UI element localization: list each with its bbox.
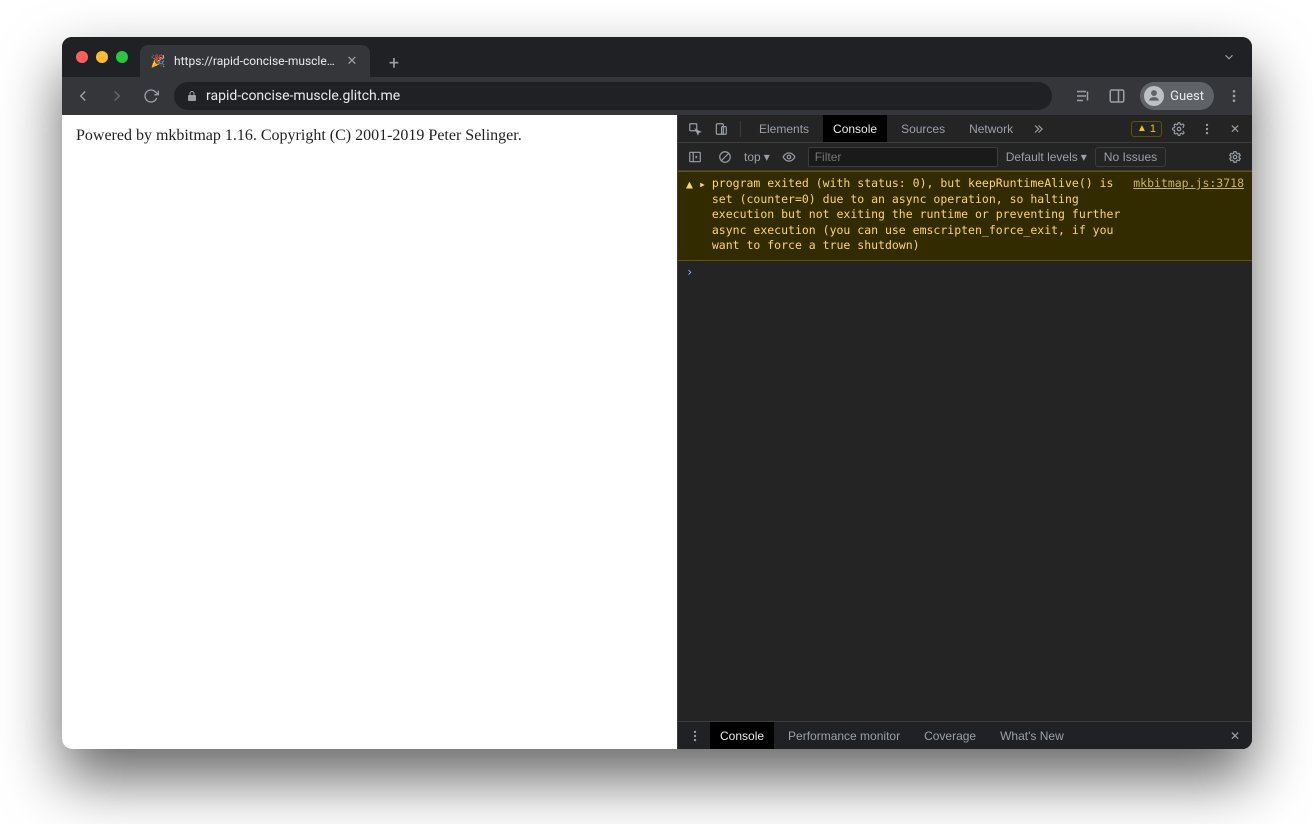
close-tab-button[interactable]: ✕ [344,53,360,69]
devtools-menu-icon[interactable] [1196,118,1218,140]
forward-button[interactable] [106,85,128,107]
devtools-drawer: Console Performance monitor Coverage Wha… [678,721,1252,749]
device-toolbar-icon[interactable] [710,118,732,140]
navigation-toolbar: rapid-concise-muscle.glitch.me Guest [62,77,1252,115]
console-settings-icon[interactable] [1224,146,1246,168]
warning-message-text: program exited (with status: 0), but kee… [712,176,1127,254]
devtools-tabbar: Elements Console Sources Network ▲ 1 [678,115,1252,143]
console-prompt[interactable] [678,261,1252,283]
tab-sources[interactable]: Sources [891,115,955,142]
issues-button[interactable]: No Issues [1095,147,1166,167]
profile-button[interactable]: Guest [1140,82,1214,110]
tab-console[interactable]: Console [823,115,887,142]
warning-triangle-icon: ▲ [686,177,693,254]
drawer-menu-icon[interactable] [684,725,706,747]
source-link[interactable]: mkbitmap.js:3718 [1133,176,1244,254]
titlebar: 🎉 https://rapid-concise-muscle.g ✕ + [62,37,1252,77]
drawer-tab-coverage[interactable]: Coverage [914,722,986,749]
live-expression-icon[interactable] [778,146,800,168]
levels-label: Default levels [1006,150,1078,164]
tab-search-button[interactable] [1222,50,1236,64]
new-tab-button[interactable]: + [380,49,408,77]
dropdown-arrow-icon: ▾ [764,150,770,164]
back-button[interactable] [72,85,94,107]
url-text: rapid-concise-muscle.glitch.me [206,88,400,104]
context-label: top [744,150,761,164]
dropdown-arrow-icon: ▾ [1081,150,1087,164]
page-body-text: Powered by mkbitmap 1.16. Copyright (C) … [76,127,663,145]
party-popper-icon: 🎉 [150,53,166,69]
close-window-button[interactable] [76,51,88,63]
log-levels-selector[interactable]: Default levels ▾ [1006,150,1087,164]
console-output: ▲ ▸ program exited (with status: 0), but… [678,171,1252,721]
console-filter-input[interactable] [808,147,998,167]
drawer-tab-perfmon[interactable]: Performance monitor [778,722,910,749]
avatar-icon [1144,86,1164,106]
window-controls [76,51,128,63]
browser-window: 🎉 https://rapid-concise-muscle.g ✕ + rap… [62,37,1252,749]
drawer-tab-console[interactable]: Console [710,722,774,749]
console-warning-entry[interactable]: ▲ ▸ program exited (with status: 0), but… [678,171,1252,261]
console-toolbar: top ▾ Default levels ▾ No Issues [678,143,1252,171]
warning-triangle-icon: ▲ [1137,123,1147,134]
tab-title: https://rapid-concise-muscle.g [174,54,336,68]
minimize-window-button[interactable] [96,51,108,63]
warning-count: 1 [1150,123,1156,135]
media-controls-icon[interactable] [1072,85,1094,107]
close-devtools-button[interactable]: ✕ [1224,118,1246,140]
inspect-element-icon[interactable] [684,118,706,140]
tab-network[interactable]: Network [959,115,1023,142]
toolbar-right: Guest [1072,82,1242,110]
devtools-settings-icon[interactable] [1168,118,1190,140]
profile-label: Guest [1170,89,1204,104]
tab-strip: 🎉 https://rapid-concise-muscle.g ✕ + [140,37,1222,77]
lock-icon [186,90,198,102]
drawer-tab-whatsnew[interactable]: What's New [990,722,1074,749]
maximize-window-button[interactable] [116,51,128,63]
execution-context-selector[interactable]: top ▾ [744,150,770,164]
devtools-panel: Elements Console Sources Network ▲ 1 [677,115,1252,749]
side-panel-icon[interactable] [1106,85,1128,107]
reload-button[interactable] [140,85,162,107]
browser-menu-button[interactable] [1226,88,1242,104]
clear-console-icon[interactable] [714,146,736,168]
address-bar[interactable]: rapid-concise-muscle.glitch.me [174,82,1052,110]
more-tabs-icon[interactable] [1027,118,1049,140]
expand-icon[interactable]: ▸ [699,177,706,254]
tab-elements[interactable]: Elements [749,115,819,142]
webpage-viewport: Powered by mkbitmap 1.16. Copyright (C) … [62,115,677,749]
close-drawer-button[interactable]: ✕ [1224,725,1246,747]
warnings-badge[interactable]: ▲ 1 [1131,121,1162,137]
toggle-sidebar-icon[interactable] [684,146,706,168]
browser-tab[interactable]: 🎉 https://rapid-concise-muscle.g ✕ [140,45,370,77]
content-area: Powered by mkbitmap 1.16. Copyright (C) … [62,115,1252,749]
